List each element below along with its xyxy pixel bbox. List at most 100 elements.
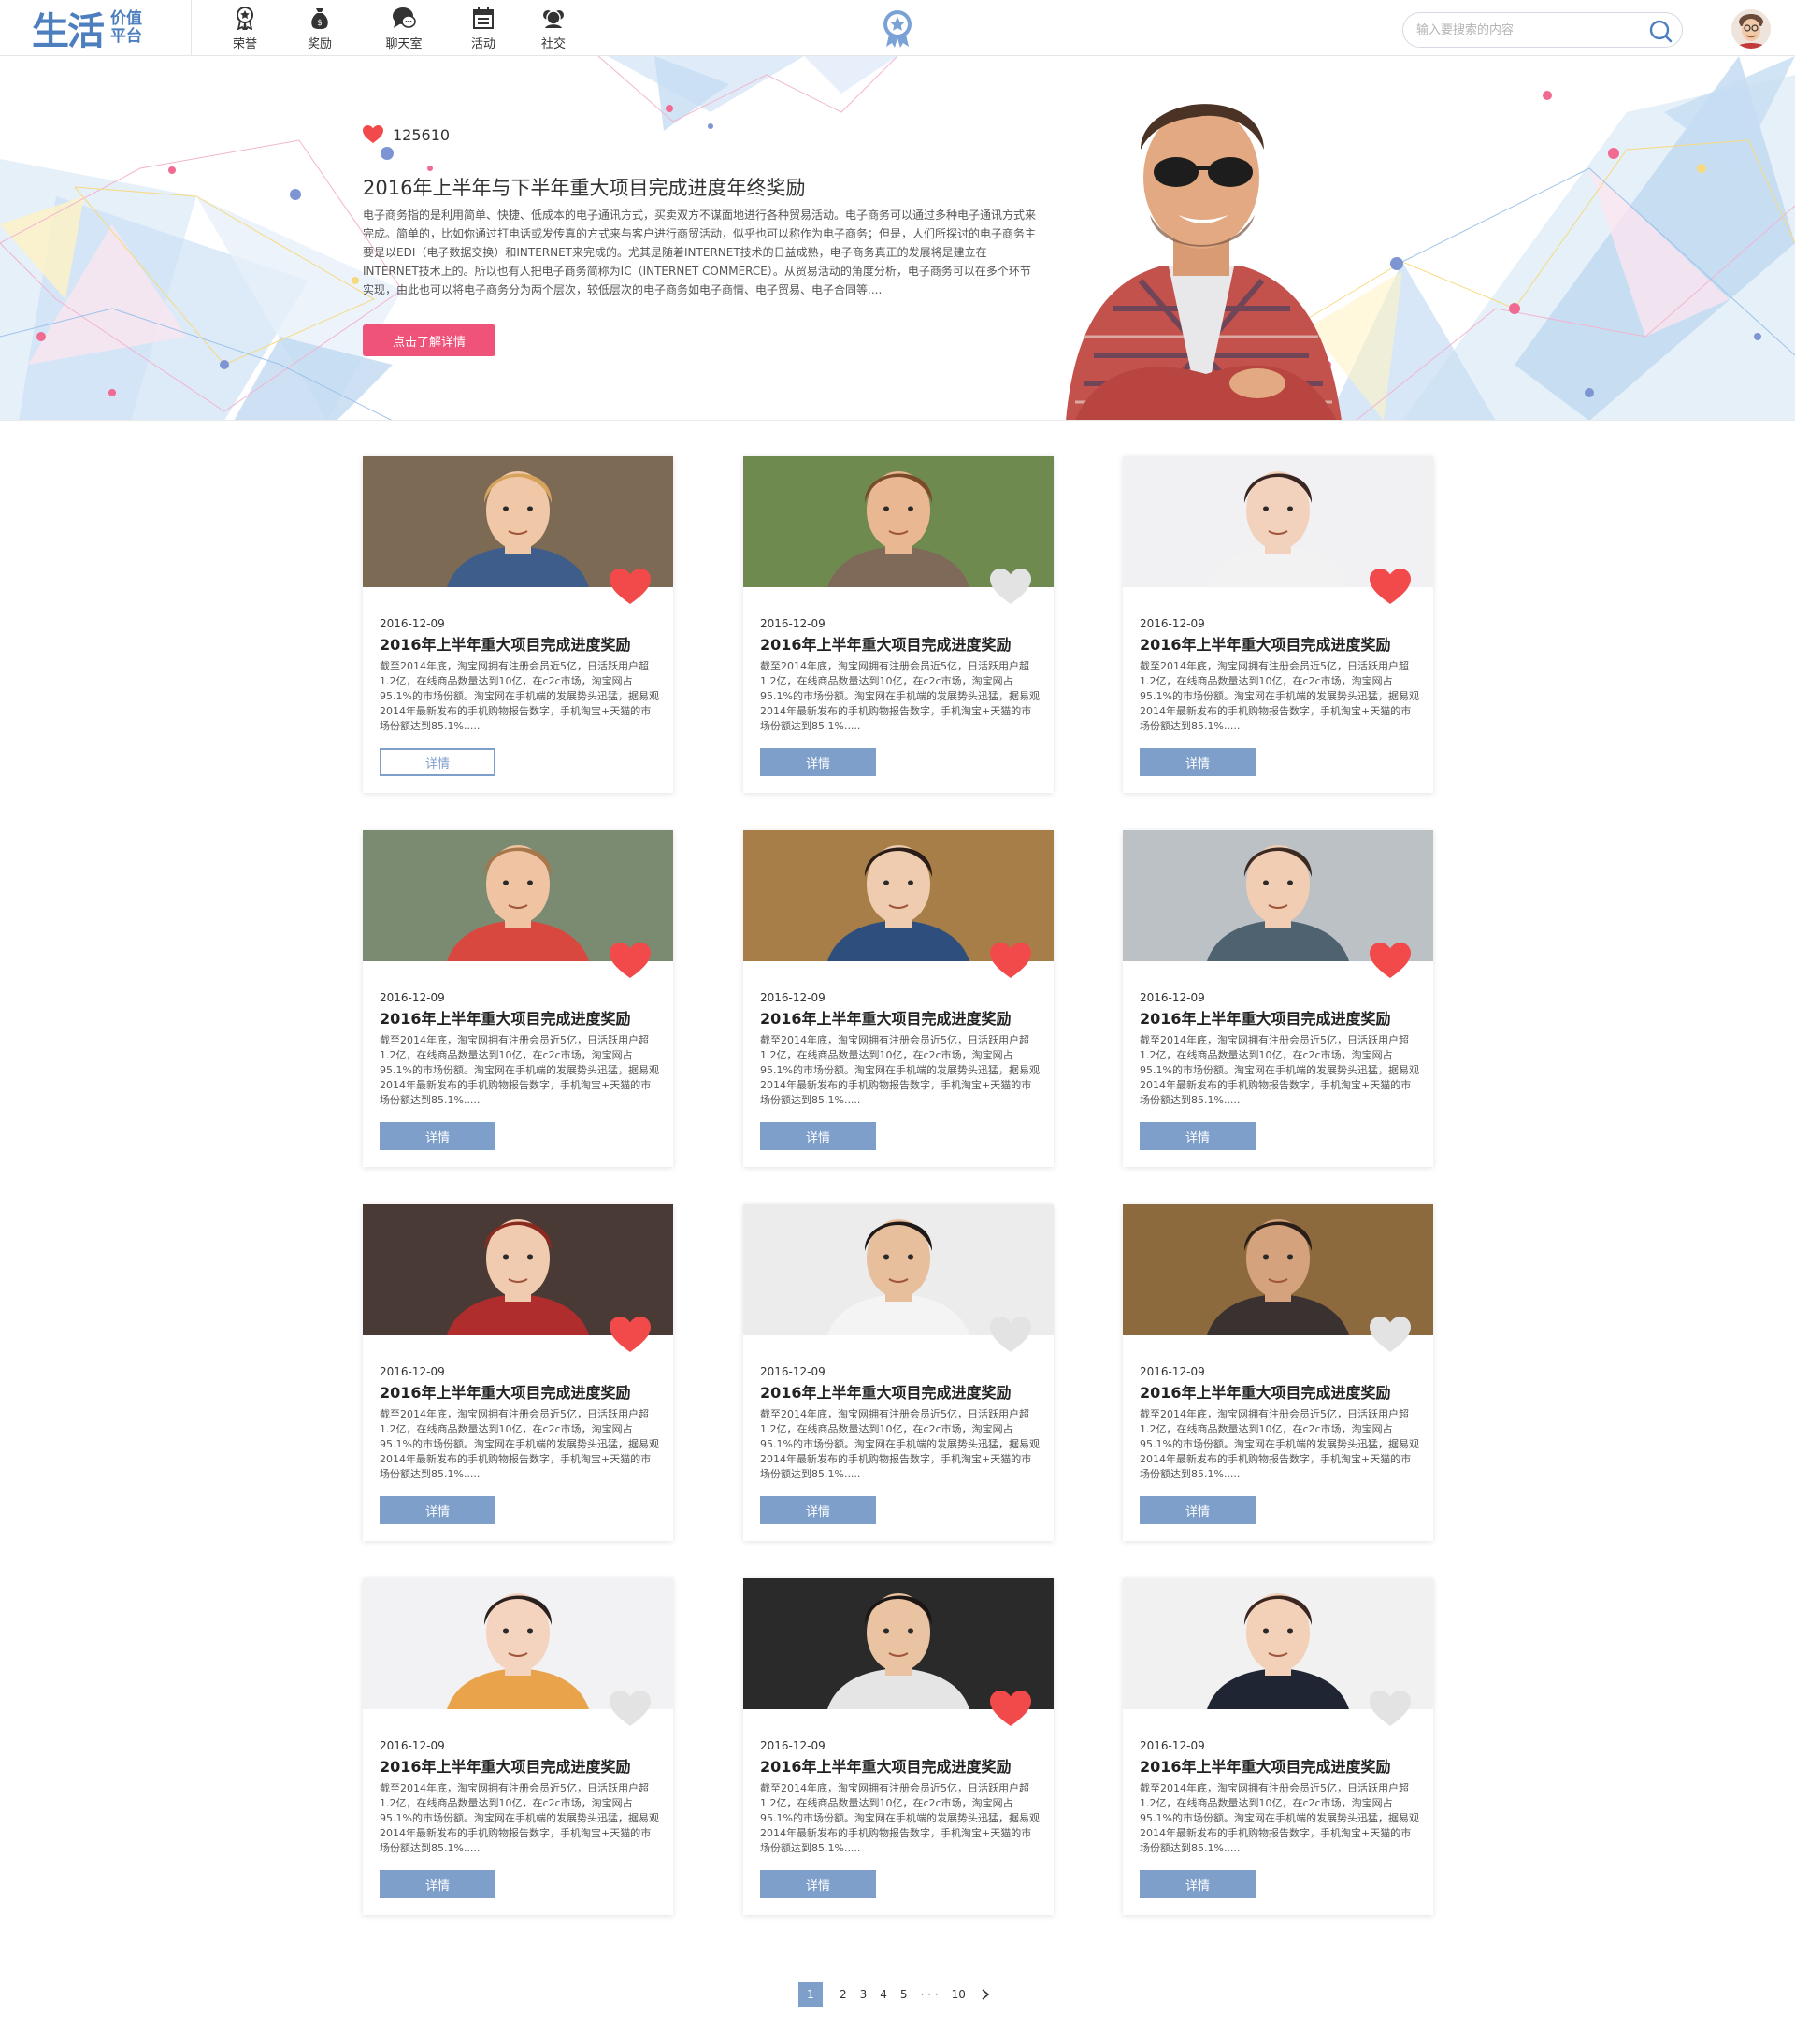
calendar-icon (473, 7, 494, 29)
nav-item-chatroom[interactable]: 聊天室 (357, 6, 451, 52)
hero-banner: 125610 2016年上半年与下半年重大项目完成进度年终奖励 电子商务指的是利… (0, 56, 1795, 421)
logo-sub-line-2: 平台 (110, 27, 142, 46)
reward-card: 2016-12-09 2016年上半年重大项目完成进度奖励 截至2014年底，淘宝网… (363, 1578, 673, 1915)
heart-icon[interactable] (990, 943, 1031, 980)
card-detail-button[interactable]: 详情 (380, 1870, 495, 1898)
search-icon[interactable] (1648, 19, 1673, 43)
card-title: 2016年上半年重大项目完成进度奖励 (380, 1384, 631, 1402)
heart-icon[interactable] (1370, 569, 1411, 606)
card-date: 2016-12-09 (760, 1739, 826, 1752)
card-portrait (1123, 830, 1433, 961)
card-title: 2016年上半年重大项目完成进度奖励 (1140, 1010, 1391, 1028)
card-date: 2016-12-09 (760, 1365, 826, 1378)
reward-card: 2016-12-09 2016年上半年重大项目完成进度奖励 截至2014年底，淘宝网… (1123, 1578, 1433, 1915)
card-detail-button[interactable]: 详情 (380, 1496, 495, 1524)
card-title: 2016年上半年重大项目完成进度奖励 (380, 636, 631, 654)
chat-icon (393, 7, 416, 28)
card-description: 截至2014年底，淘宝网拥有注册会员近5亿，日活跃用户超1.2亿，在线商品数量达… (760, 1782, 1040, 1854)
heart-icon[interactable] (990, 1691, 1031, 1728)
card-description: 截至2014年底，淘宝网拥有注册会员近5亿，日活跃用户超1.2亿，在线商品数量达… (1140, 1034, 1419, 1106)
card-portrait (743, 456, 1054, 587)
heart-icon[interactable] (610, 943, 651, 980)
card-detail-button[interactable]: 详情 (1140, 1496, 1256, 1524)
card-portrait (363, 1578, 673, 1709)
page-5[interactable]: 5 (900, 1988, 908, 2001)
chevron-right-icon[interactable] (979, 1988, 992, 2001)
heart-icon[interactable] (1370, 1317, 1411, 1354)
page-1[interactable]: 1 (798, 1982, 823, 2007)
reward-card: 2016-12-09 2016年上半年重大项目完成进度奖励截至2014年底，淘宝网… (363, 456, 673, 793)
card-detail-button[interactable]: 详情 (1140, 748, 1256, 776)
card-detail-button[interactable]: 详情 (1140, 1122, 1256, 1150)
logo[interactable]: 生活 价值 平台 (32, 4, 172, 54)
nav-label: 聊天室 (385, 37, 423, 51)
learn-more-button[interactable]: 点击了解详情 (363, 324, 495, 356)
card-title: 2016年上半年重大项目完成进度奖励 (1140, 636, 1391, 654)
card-image (743, 1204, 1054, 1335)
card-detail-button[interactable]: 详情 (760, 1496, 876, 1524)
card-portrait (743, 830, 1054, 961)
card-title: 2016年上半年重大项目完成进度奖励 (380, 1010, 631, 1028)
card-portrait (1123, 456, 1433, 587)
card-detail-button[interactable]: 详情 (380, 748, 495, 776)
nav-label: 奖励 (307, 37, 332, 51)
card-date: 2016-12-09 (380, 1739, 445, 1752)
card-portrait (363, 1204, 673, 1335)
card-detail-button[interactable]: 详情 (760, 1122, 876, 1150)
card-description: 截至2014年底，淘宝网拥有注册会员近5亿，日活跃用户超1.2亿，在线商品数量达… (380, 1034, 659, 1106)
card-image (363, 830, 673, 961)
card-portrait (1123, 1204, 1433, 1335)
card-image (363, 1578, 673, 1709)
card-title: 2016年上半年重大项目完成进度奖励 (760, 1758, 1012, 1776)
card-image (1123, 830, 1433, 961)
nav-item-reward[interactable]: $ 奖励 (282, 6, 357, 52)
card-detail-button[interactable]: 详情 (380, 1122, 495, 1150)
logo-sub-text: 价值 平台 (110, 10, 142, 46)
nav-item-honor[interactable]: 荣誉 (208, 6, 282, 52)
page-2[interactable]: 2 (840, 1988, 847, 2001)
heart-icon[interactable] (990, 1317, 1031, 1354)
page-4[interactable]: 4 (880, 1988, 887, 2001)
pagination: 1 2 3 4 5 · · · 10 (798, 1982, 992, 2007)
card-date: 2016-12-09 (380, 617, 445, 630)
reward-card: 2016-12-09 2016年上半年重大项目完成进度奖励 截至2014年底，淘宝网… (363, 1204, 673, 1541)
card-detail-button[interactable]: 详情 (760, 748, 876, 776)
user-avatar[interactable] (1731, 9, 1771, 49)
card-image (1123, 456, 1433, 587)
page-10[interactable]: 10 (952, 1988, 966, 2001)
reward-card: 2016-12-09 2016年上半年重大项目完成进度奖励 截至2014年底，淘宝网… (743, 1204, 1054, 1541)
page-3[interactable]: 3 (860, 1988, 868, 2001)
card-image (743, 456, 1054, 587)
heart-icon[interactable] (990, 569, 1031, 606)
heart-icon[interactable] (610, 1691, 651, 1728)
reward-card: 2016-12-09 2016年上半年重大项目完成进度奖励截至2014年底，淘宝网… (363, 830, 673, 1167)
nav-item-social[interactable]: 社交 (516, 6, 591, 52)
heart-icon[interactable] (610, 569, 651, 606)
top-nav-bar: 生活 价值 平台 荣誉 $ 奖励 聊天室 活动 社交 输入要搜索的内容 (0, 0, 1795, 56)
search-input[interactable] (1416, 21, 1631, 39)
nav-divider (191, 0, 192, 56)
heart-icon[interactable] (610, 1317, 651, 1354)
card-detail-button[interactable]: 详情 (1140, 1870, 1256, 1898)
heart-icon[interactable] (1370, 1691, 1411, 1728)
money-bag-icon: $ (311, 8, 328, 29)
logo-main-text: 生活 (32, 10, 105, 53)
heart-icon[interactable] (1370, 943, 1411, 980)
hero-likes: 125610 (363, 125, 450, 144)
card-title: 2016年上半年重大项目完成进度奖励 (380, 1758, 631, 1776)
card-date: 2016-12-09 (380, 991, 445, 1004)
heart-icon[interactable] (363, 125, 383, 144)
nav-item-activity[interactable]: 活动 (451, 6, 516, 52)
card-description: 截至2014年底，淘宝网拥有注册会员近5亿，日活跃用户超1.2亿，在线商品数量达… (380, 660, 659, 732)
hero-title: 2016年上半年与下半年重大项目完成进度年终奖励 (363, 177, 806, 199)
reward-card: 2016-12-09 2016年上半年重大项目完成进度奖励 截至2014年底，淘宝网… (743, 830, 1054, 1167)
svg-text:$: $ (317, 19, 323, 28)
card-description: 截至2014年底，淘宝网拥有注册会员近5亿，日活跃用户超1.2亿，在线商品数量达… (1140, 660, 1419, 732)
card-description: 截至2014年底，淘宝网拥有注册会员近5亿，日活跃用户超1.2亿，在线商品数量达… (1140, 1408, 1419, 1480)
nav-label: 荣誉 (232, 37, 257, 51)
medal-icon (237, 7, 253, 30)
page-ellipsis: · · · (920, 1988, 939, 2001)
likes-count: 125610 (393, 125, 451, 144)
card-detail-button[interactable]: 详情 (760, 1870, 876, 1898)
card-description: 截至2014年底，淘宝网拥有注册会员近5亿，日活跃用户超1.2亿，在线商品数量达… (760, 660, 1040, 732)
